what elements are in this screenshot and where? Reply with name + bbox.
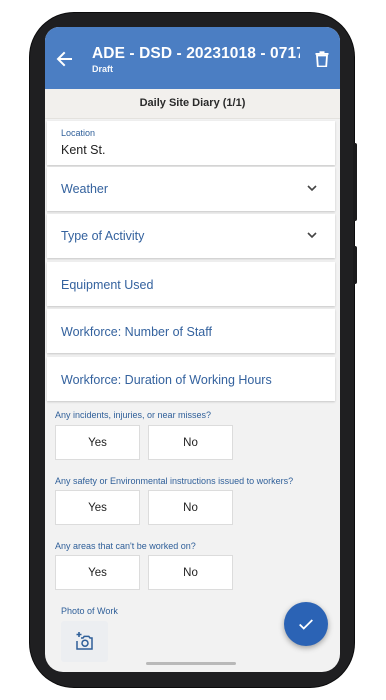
hours-field[interactable]: Workforce: Duration of Working Hours <box>47 357 335 401</box>
app-screen: ADE - DSD - 20231018 - 0717 Draft Daily … <box>45 27 340 672</box>
incidents-yes-button[interactable]: Yes <box>55 425 140 460</box>
areas-yes-button[interactable]: Yes <box>55 555 140 590</box>
question-incidents: Any incidents, injuries, or near misses? <box>55 410 212 420</box>
equipment-label: Equipment Used <box>61 278 154 292</box>
activity-dropdown[interactable]: Type of Activity <box>47 214 335 258</box>
power-button <box>353 143 357 221</box>
volume-button <box>353 246 357 284</box>
weather-label: Weather <box>61 182 109 196</box>
activity-label: Type of Activity <box>61 229 145 243</box>
add-photo-icon <box>76 632 93 650</box>
weather-dropdown[interactable]: Weather <box>47 167 335 211</box>
hours-label: Workforce: Duration of Working Hours <box>61 373 272 387</box>
submit-fab[interactable] <box>284 602 328 646</box>
page-title: ADE - DSD - 20231018 - 0717 <box>92 45 300 62</box>
question-safety: Any safety or Environmental instructions… <box>55 476 294 486</box>
section-header: Daily Site Diary (1/1) <box>45 89 340 119</box>
incidents-no-button[interactable]: No <box>148 425 233 460</box>
check-icon <box>299 619 313 630</box>
status-subtitle: Draft <box>92 64 114 74</box>
safety-yes-button[interactable]: Yes <box>55 490 140 525</box>
add-photo-button[interactable] <box>61 621 108 662</box>
staff-label: Workforce: Number of Staff <box>61 325 212 339</box>
trash-icon[interactable] <box>315 51 329 67</box>
chevron-down-icon <box>307 185 317 192</box>
location-caption: Location <box>61 128 96 138</box>
safety-no-button[interactable]: No <box>148 490 233 525</box>
areas-no-button[interactable]: No <box>148 555 233 590</box>
location-value: Kent St. <box>61 143 106 157</box>
arrow-left-icon[interactable] <box>56 51 72 67</box>
location-field[interactable]: Location Kent St. <box>47 121 335 165</box>
app-bar: ADE - DSD - 20231018 - 0717 Draft <box>45 27 340 89</box>
home-indicator <box>146 662 236 665</box>
staff-field[interactable]: Workforce: Number of Staff <box>47 309 335 353</box>
equipment-field[interactable]: Equipment Used <box>47 262 335 306</box>
photo-caption: Photo of Work <box>61 606 118 616</box>
question-areas: Any areas that can't be worked on? <box>55 541 196 551</box>
chevron-down-icon <box>307 232 317 239</box>
